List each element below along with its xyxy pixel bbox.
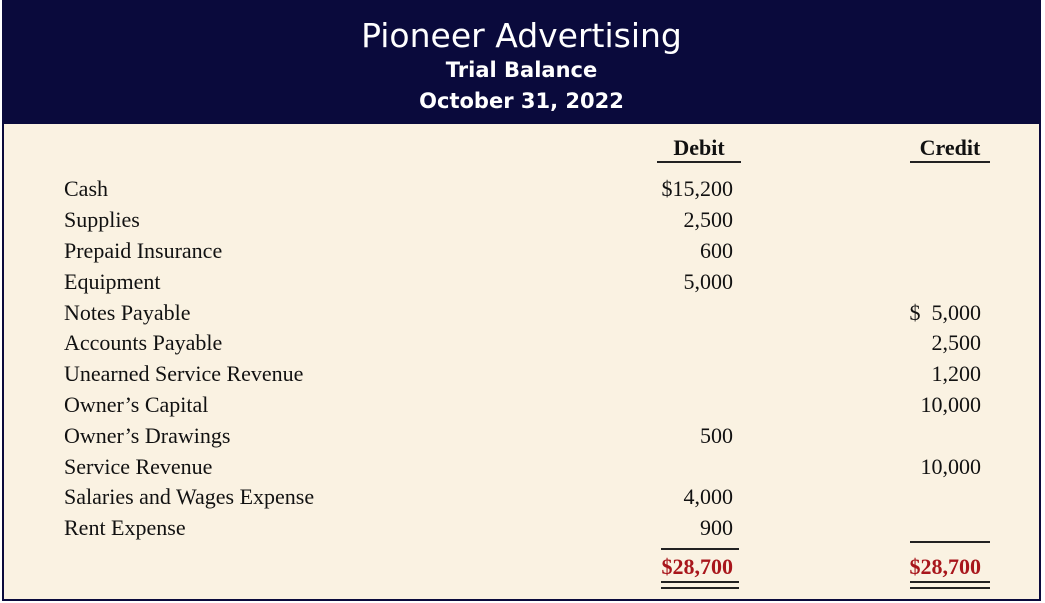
credit-amount: 1,200: [931, 361, 982, 386]
credit-amount: 10,000: [920, 392, 982, 417]
debit-amount: 2,500: [683, 207, 734, 232]
account-name: Accounts Payable: [64, 330, 223, 355]
table-row: Service Revenue 10,000: [4, 452, 1039, 482]
debit-amount: 500: [700, 423, 733, 448]
trial-balance-panel: Pioneer Advertising Trial Balance Octobe…: [2, 0, 1041, 601]
account-name: Service Revenue: [64, 454, 213, 479]
debit-double-underline: [661, 581, 739, 589]
account-name: Owner’s Capital: [64, 392, 209, 417]
account-name: Equipment: [64, 269, 161, 294]
account-name: Salaries and Wages Expense: [64, 484, 315, 509]
table-row: Owner’s Capital 10,000: [4, 390, 1039, 420]
table-row: Accounts Payable 2,500: [4, 328, 1039, 358]
statement-date: October 31, 2022: [419, 89, 624, 113]
credit-header-underline: [910, 161, 990, 163]
account-name: Rent Expense: [64, 515, 186, 540]
table-row: Unearned Service Revenue 1,200: [4, 359, 1039, 389]
debit-total: $28,700: [661, 554, 734, 579]
credit-amount: $ 5,000: [909, 300, 982, 325]
credit-amount: 10,000: [920, 454, 982, 479]
account-name: Owner’s Drawings: [64, 423, 231, 448]
debit-amount: 600: [700, 238, 733, 263]
debit-sum-rule: [661, 548, 739, 550]
table-row: Prepaid Insurance 600: [4, 236, 1039, 266]
account-name: Notes Payable: [64, 300, 191, 325]
credit-double-underline: [910, 581, 990, 589]
debit-column-header: Debit: [673, 135, 725, 160]
table-row: Cash $15,200: [4, 174, 1039, 204]
table-row: Salaries and Wages Expense 4,000: [4, 482, 1039, 512]
table-row: Notes Payable $ 5,000: [4, 298, 1039, 328]
account-name: Unearned Service Revenue: [64, 361, 304, 386]
debit-amount: 900: [700, 515, 733, 540]
debit-amount: $15,200: [661, 176, 734, 201]
credit-amount: 2,500: [931, 330, 982, 355]
debit-header-underline: [657, 161, 741, 163]
table-row: Rent Expense 900: [4, 513, 1039, 543]
credit-sum-rule: [910, 541, 990, 543]
account-name: Supplies: [64, 207, 140, 232]
credit-column-header: Credit: [919, 135, 981, 160]
table-row: Equipment 5,000: [4, 267, 1039, 297]
account-name: Prepaid Insurance: [64, 238, 223, 263]
table-row: Supplies 2,500: [4, 205, 1039, 235]
debit-amount: 5,000: [683, 269, 734, 294]
statement-header: Pioneer Advertising Trial Balance Octobe…: [4, 2, 1039, 124]
debit-amount: 4,000: [683, 484, 734, 509]
company-name: Pioneer Advertising: [361, 16, 682, 55]
statement-title: Trial Balance: [445, 58, 598, 82]
account-name: Cash: [64, 176, 108, 201]
credit-total: $28,700: [909, 554, 982, 579]
table-row: Owner’s Drawings 500: [4, 421, 1039, 451]
